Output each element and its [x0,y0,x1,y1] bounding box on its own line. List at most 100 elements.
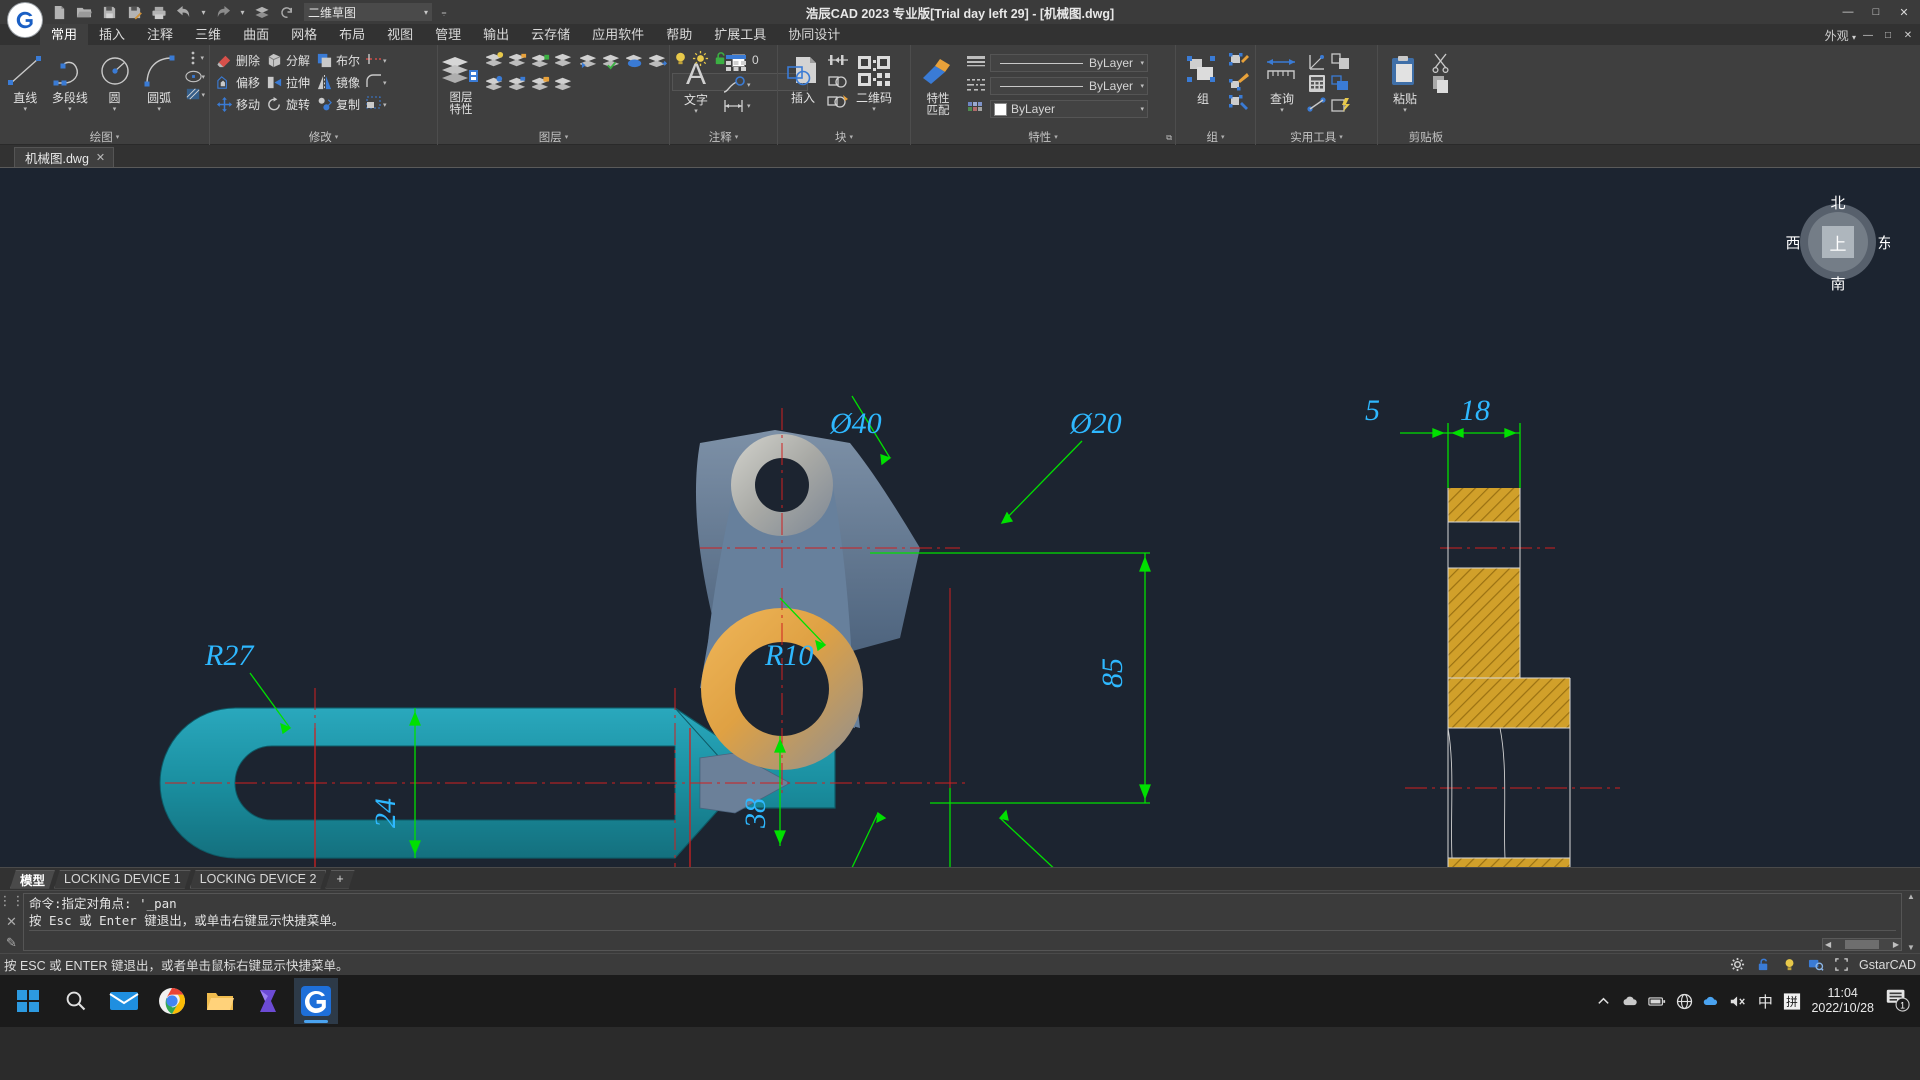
document-tab[interactable]: 机械图.dwg ✕ [14,147,115,167]
qrcode-dropdown-icon[interactable]: ▾ [872,105,876,114]
cloud-icon[interactable] [1621,992,1639,1010]
tab-buju[interactable]: 布局 [328,24,376,45]
undo-dropdown-icon[interactable]: ▾ [198,2,209,22]
quick-select-icon[interactable] [1330,73,1352,94]
clock[interactable]: 11:04 2022/10/28 [1811,986,1874,1016]
ungroup-icon[interactable] [1228,72,1250,92]
unlock-icon[interactable] [1755,956,1772,973]
qat-more-icon[interactable]: ⩦ [436,3,452,21]
layout-tab-add-button[interactable]: + [325,870,354,889]
scroll-right-icon[interactable]: ▶ [1893,940,1899,949]
tab-shitu[interactable]: 视图 [376,24,424,45]
layer-merge-icon[interactable] [553,72,575,94]
layer-thaw-icon[interactable] [507,72,529,94]
chevron-up-icon[interactable] [1594,992,1612,1010]
scroll-up-icon[interactable]: ▲ [1907,892,1915,901]
command-vertical-scrollbar[interactable]: ▲ ▼ [1903,891,1919,953]
quick-access-toolbar[interactable]: ▾ ▾ [48,2,298,22]
layer-walk-icon[interactable] [578,49,600,71]
tab-charu[interactable]: 插入 [88,24,136,45]
tab-zhushi[interactable]: 注释 [136,24,184,45]
paste-dropdown-icon[interactable]: ▾ [1403,106,1407,115]
layer-match-icon[interactable] [601,49,623,71]
layer-isolate-icon[interactable] [553,49,575,71]
insert-button[interactable]: 插入 [782,49,824,105]
inquiry-dropdown-icon[interactable]: ▾ [1280,106,1284,115]
layer-freeze-icon[interactable] [507,49,529,71]
workspace-selector[interactable]: 二维草图 ▾ [304,3,432,21]
tab-xietongsheji[interactable]: 协同设计 [777,24,851,45]
layer-previous-icon[interactable] [624,49,646,71]
rotate-button[interactable]: 旋转 [264,94,312,115]
layer-unlock-icon[interactable] [530,72,552,94]
stretch-button[interactable]: 拉伸 [264,72,312,93]
gstarcad-logo-icon[interactable] [8,3,42,37]
hatch-icon[interactable] [185,86,202,103]
search-icon[interactable] [54,978,98,1024]
measure-distance-icon[interactable] [1306,95,1328,116]
circle-dropdown-icon[interactable]: ▾ [113,105,117,114]
battery-icon[interactable] [1648,992,1666,1010]
define-attribute-icon[interactable] [826,50,850,70]
command-grip-icon[interactable]: ⋮⋮ [0,893,25,909]
ime-indicator[interactable]: 中 [1756,992,1774,1011]
close-button[interactable]: ✕ [1890,1,1918,23]
properties-dialog-launcher[interactable]: ⧉ [1166,133,1172,143]
explorer-icon[interactable] [198,978,242,1024]
group-button[interactable]: 组 [1180,50,1226,106]
layer-on-icon[interactable] [484,72,506,94]
chrome-icon[interactable] [150,978,194,1024]
tab-guanli[interactable]: 管理 [424,24,472,45]
layer-lock-icon[interactable] [530,49,552,71]
appearance-menu[interactable]: 外观 ▾ [1825,27,1856,44]
command-input[interactable] [29,930,1896,947]
annotation-monitor-icon[interactable] [1807,956,1824,973]
match-properties-button[interactable]: 特性 匹配 [915,50,961,117]
save-icon[interactable] [98,2,120,22]
command-history[interactable]: 命令:指定对角点: '_pan 按 Esc 或 Enter 键退出，或单击右键显… [23,893,1902,951]
tab-qumian[interactable]: 曲面 [232,24,280,45]
restore-icon[interactable] [276,2,298,22]
fillet-icon[interactable] [365,73,383,92]
line-button[interactable]: 直线 ▾ [4,49,47,114]
sync-attribute-icon[interactable] [826,92,850,112]
print-icon[interactable] [148,2,170,22]
erase-button[interactable]: 删除 [214,50,262,71]
scroll-left-icon[interactable]: ◀ [1825,940,1831,949]
bulb-icon[interactable] [1781,956,1798,973]
ime-mode-icon[interactable]: 拼 [1783,992,1801,1010]
fullscreen-icon[interactable] [1833,956,1850,973]
tab-sanwei[interactable]: 三维 [184,24,232,45]
table-icon[interactable] [721,52,751,74]
open-icon[interactable] [73,2,95,22]
minimize-button[interactable]: — [1834,1,1862,23]
tab-bangzhu[interactable]: 帮助 [655,24,703,45]
arc-button[interactable]: 圆弧 ▾ [138,49,181,114]
offset-button[interactable]: 偏移 [214,72,262,93]
copy-clip-icon[interactable] [1430,74,1452,95]
save-as-icon[interactable] [123,2,145,22]
new-icon[interactable] [48,2,70,22]
viewcube[interactable]: 上 北 南 东 西 [1786,190,1890,294]
quick-measure-icon[interactable] [1330,95,1352,116]
copy-button[interactable]: 复制 [314,94,362,115]
command-horizontal-scrollbar[interactable]: ◀ ▶ [1822,938,1902,951]
line-dropdown-icon[interactable]: ▾ [24,105,28,114]
start-icon[interactable] [6,978,50,1024]
notification-icon[interactable]: 1 [1884,986,1914,1016]
linetype-selector[interactable]: ByLayer ▾ [990,77,1148,95]
layout-tab-locking-device-2[interactable]: LOCKING DEVICE 2 [190,870,327,889]
tab-yuncunchu[interactable]: 云存储 [520,24,581,45]
paste-button[interactable]: 粘贴 ▾ [1382,50,1428,115]
color-selector[interactable]: ByLayer ▾ [990,100,1148,118]
scroll-thumb[interactable] [1845,940,1879,949]
text-dropdown-icon[interactable]: ▾ [694,107,698,116]
layer-off-icon[interactable] [484,49,506,71]
ribbon-maximize-button[interactable]: □ [1880,28,1896,44]
close-icon[interactable]: ✕ [96,151,105,164]
ellipse-icon[interactable] [184,68,202,85]
text-button[interactable]: A 文字 ▾ [674,51,718,116]
scale-icon[interactable] [365,95,383,114]
group-selection-icon[interactable] [1228,93,1250,113]
calculator-icon[interactable] [1306,73,1328,94]
